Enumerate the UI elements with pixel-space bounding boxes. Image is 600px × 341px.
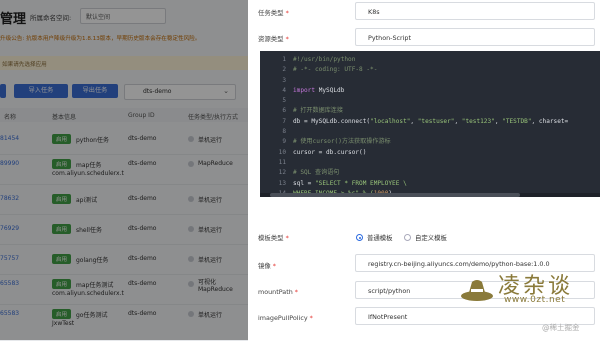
code-token: # 使用cursor()方法获取操作游标 — [293, 138, 391, 146]
code-line: sql = "SELECT * FROM EMPLOYEE \ — [293, 179, 568, 189]
image-label: 镜像 * — [258, 262, 276, 270]
line-number: 8 — [282, 128, 286, 136]
resource-type-field[interactable]: Python-Script — [355, 28, 595, 46]
code-line: #!/usr/bin/python — [293, 55, 568, 65]
code-token: , — [410, 117, 418, 125]
resource-type-label: 资源类型 * — [258, 35, 289, 43]
code-token: MySQLdb — [318, 86, 345, 94]
task-type-value: K8s — [368, 8, 380, 16]
code-line: import MySQLdb — [293, 86, 568, 96]
code-editor[interactable]: 1234567891011121314151617 #!/usr/bin/pyt… — [260, 51, 600, 193]
code-token: # -*- coding: UTF-8 -*- — [293, 66, 378, 74]
code-token: cursor = db.cursor() — [293, 148, 367, 156]
code-token: db = MySQLdb.connect( — [293, 117, 371, 125]
radio-unchecked-icon — [404, 234, 411, 241]
code-token: import — [293, 86, 319, 94]
editor-scrollbar-thumb[interactable] — [270, 193, 520, 197]
line-number: 10 — [278, 148, 286, 156]
code-line: # 使用cursor()方法获取操作游标 — [293, 137, 568, 147]
code-token: , charset= — [531, 117, 569, 125]
line-number: 5 — [282, 97, 286, 105]
code-token: "testuser" — [417, 117, 455, 125]
code-token: "localhost" — [370, 117, 411, 125]
platform-credit: @稀土掘金 — [542, 323, 580, 332]
code-content[interactable]: #!/usr/bin/python # -*- coding: UTF-8 -*-… — [293, 55, 568, 193]
code-line: # -*- coding: UTF-8 -*- — [293, 65, 568, 75]
line-number: 13 — [278, 179, 286, 187]
line-number: 4 — [282, 86, 286, 94]
image-pull-policy-value: IfNotPresent — [368, 313, 408, 321]
modal-backdrop[interactable] — [0, 0, 248, 340]
code-line: cursor = db.cursor() — [293, 148, 568, 158]
template-normal-radio[interactable]: 普通模板 — [356, 233, 393, 242]
code-token: # 打开数据库连接 — [293, 107, 343, 115]
code-token: sql = — [293, 179, 316, 187]
mount-path-value: script/python — [368, 287, 411, 295]
template-custom-radio[interactable]: 自定义模板 — [404, 233, 447, 242]
hat-logo-icon — [461, 280, 493, 301]
code-token: "SELECT * FROM EMPLOYEE \ — [315, 179, 407, 187]
template-type-label: 模板类型 * — [258, 234, 289, 242]
line-number: 3 — [282, 76, 286, 84]
code-token: "TESTDB" — [502, 117, 532, 125]
line-number: 6 — [282, 107, 286, 115]
line-number: 11 — [278, 158, 286, 166]
code-token: #!/usr/bin/python — [293, 56, 356, 63]
watermark-url: www.0zt.net — [504, 295, 566, 305]
code-token: , — [454, 117, 462, 125]
code-line: db = MySQLdb.connect("localhost", "testu… — [293, 117, 568, 127]
line-number: 7 — [282, 117, 286, 125]
image-value: registry.cn-beijing.aliyuncs.com/demo/py… — [368, 260, 550, 268]
site-watermark: 凌杂谈 www.0zt.net — [460, 268, 600, 314]
code-line: # 打开数据库连接 — [293, 106, 568, 116]
task-type-label: 任务类型 * — [258, 9, 289, 17]
code-token: "test123" — [461, 117, 495, 125]
code-line: # SQL 查询语句 — [293, 168, 568, 178]
mount-path-label: mountPath * — [258, 288, 298, 296]
code-token: # SQL 查询语句 — [293, 169, 340, 177]
line-number: 12 — [278, 169, 286, 177]
image-pull-policy-label: imagePullPolicy * — [258, 314, 313, 322]
line-number-gutter: 1234567891011121314151617 — [260, 55, 286, 193]
line-number: 2 — [282, 66, 286, 74]
task-type-field[interactable]: K8s — [355, 2, 595, 20]
line-number: 9 — [282, 138, 286, 146]
line-number: 1 — [282, 56, 286, 63]
radio-checked-icon — [356, 234, 363, 241]
resource-type-value: Python-Script — [368, 34, 411, 42]
